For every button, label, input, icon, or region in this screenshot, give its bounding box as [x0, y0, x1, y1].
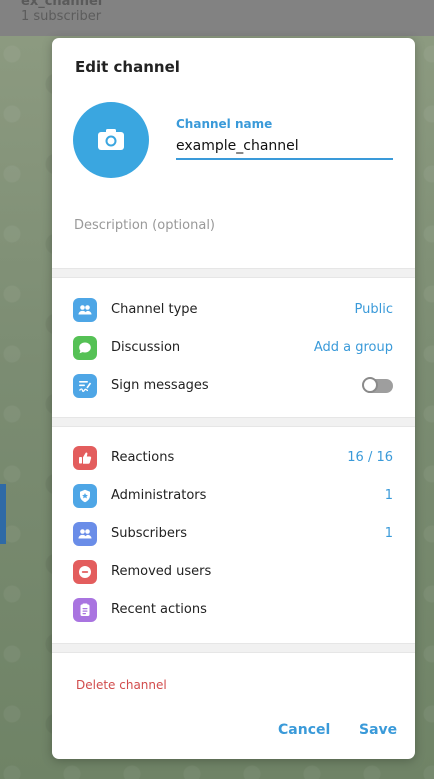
channel-type-value: Public [354, 302, 393, 317]
reactions-label: Reactions [111, 450, 175, 465]
people-icon [73, 298, 97, 322]
reactions-row[interactable]: Reactions 16 / 16 [52, 439, 415, 477]
channel-name-label: Channel name [176, 117, 273, 131]
channel-name-input[interactable] [176, 134, 393, 160]
toggle-knob [362, 377, 378, 393]
chat-header: ex_channel 1 subscriber [0, 0, 434, 36]
sign-messages-label: Sign messages [111, 378, 209, 393]
save-button[interactable]: Save [359, 722, 397, 738]
subscribers-count: 1 [384, 526, 393, 541]
shield-star-icon [73, 484, 97, 508]
section-divider [52, 268, 415, 278]
chat-bubble-icon [73, 336, 97, 360]
administrators-count: 1 [384, 488, 393, 503]
discussion-label: Discussion [111, 340, 181, 355]
add-group-link[interactable]: Add a group [314, 340, 393, 355]
section-divider [52, 417, 415, 427]
channel-type-row[interactable]: Channel type Public [52, 291, 415, 329]
description-input[interactable]: Description (optional) [74, 218, 215, 233]
section-divider [52, 643, 415, 653]
removed-users-label: Removed users [111, 564, 212, 579]
clipboard-icon [73, 598, 97, 622]
channel-type-label: Channel type [111, 302, 198, 317]
recent-actions-row[interactable]: Recent actions [52, 591, 415, 629]
administrators-row[interactable]: Administrators 1 [52, 477, 415, 515]
chat-subtitle: 1 subscriber [21, 9, 102, 24]
subscribers-row[interactable]: Subscribers 1 [52, 515, 415, 553]
recent-actions-label: Recent actions [111, 602, 207, 617]
dialog-title: Edit channel [75, 58, 180, 76]
edit-channel-dialog: Edit channel Channel name Description (o… [52, 38, 415, 759]
sign-messages-row[interactable]: Sign messages [52, 367, 415, 405]
discussion-row[interactable]: Discussion Add a group [52, 329, 415, 367]
removed-users-row[interactable]: Removed users [52, 553, 415, 591]
people-icon [73, 522, 97, 546]
thumbs-up-icon [73, 446, 97, 470]
chat-title: ex_channel [21, 0, 103, 9]
delete-channel-button[interactable]: Delete channel [76, 678, 167, 692]
minus-circle-icon [73, 560, 97, 584]
camera-icon [98, 129, 124, 150]
channel-photo-button[interactable] [73, 102, 149, 178]
background-accent [0, 484, 6, 544]
cancel-button[interactable]: Cancel [278, 722, 330, 738]
signature-icon [73, 374, 97, 398]
subscribers-label: Subscribers [111, 526, 187, 541]
administrators-label: Administrators [111, 488, 207, 503]
sign-messages-toggle[interactable] [362, 377, 393, 393]
reactions-count: 16 / 16 [347, 450, 393, 465]
